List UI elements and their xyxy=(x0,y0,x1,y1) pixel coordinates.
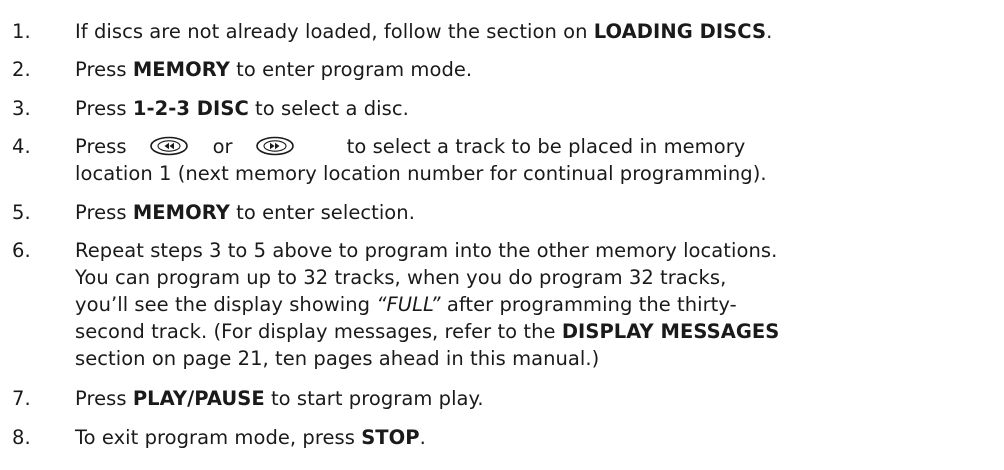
step-text: If discs are not already loaded, follow … xyxy=(75,20,773,43)
step-number: 5. xyxy=(12,201,31,224)
step-text: Press MEMORY to enter selection. xyxy=(75,201,415,224)
skip-back-icon xyxy=(149,136,188,156)
step-text: Press 1-2-3 DISC to select a disc. xyxy=(75,97,409,120)
step-number: 8. xyxy=(12,426,31,449)
step-text: Press MEMORY to enter program mode. xyxy=(75,58,473,81)
step-text: To exit program mode, press STOP. xyxy=(75,426,426,449)
step-number: 1. xyxy=(12,20,31,43)
button-reference: STOP xyxy=(361,426,420,449)
button-reference: MEMORY xyxy=(132,201,230,224)
skip-forward-icon xyxy=(255,136,294,156)
display-message: “FULL” xyxy=(376,293,441,316)
button-reference: 1-2-3 DISC xyxy=(132,97,249,120)
step-text: Repeat steps 3 to 5 above to program int… xyxy=(75,239,780,370)
step-text: Press or to select a track to be placed in… xyxy=(75,135,767,185)
button-reference: PLAY/PAUSE xyxy=(132,387,265,410)
step-number: 4. xyxy=(12,135,31,158)
step-number: 2. xyxy=(12,58,31,81)
step-number: 6. xyxy=(12,239,31,262)
step-text: Press PLAY/PAUSE to start program play. xyxy=(75,387,484,410)
section-reference: LOADING DISCS xyxy=(593,20,767,43)
step-number: 7. xyxy=(12,387,31,410)
button-reference: MEMORY xyxy=(132,58,230,81)
step-number: 3. xyxy=(12,97,31,120)
section-reference: DISPLAY MESSAGES xyxy=(561,320,780,343)
